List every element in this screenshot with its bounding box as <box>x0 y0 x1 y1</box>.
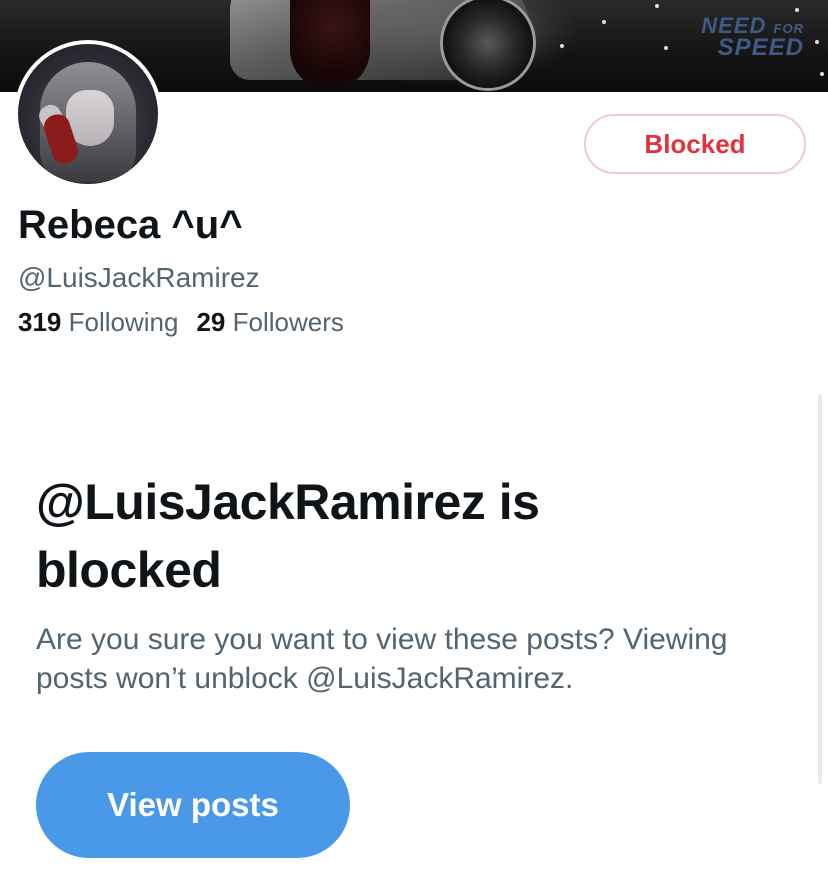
logo-text-speed: SPEED <box>717 33 804 61</box>
following-link[interactable]: 319 Following <box>18 307 178 337</box>
following-label: Following <box>68 307 179 337</box>
banner-wheel-image <box>440 0 536 91</box>
banner-light <box>795 8 799 12</box>
following-count: 319 <box>18 307 62 337</box>
scrollbar[interactable] <box>818 394 822 784</box>
banner-tire-image <box>290 0 370 90</box>
followers-label: Followers <box>232 307 344 337</box>
blocked-notice-description: Are you sure you want to view these post… <box>36 623 728 695</box>
banner-light <box>602 20 606 24</box>
user-handle: @LuisJackRamirez <box>18 262 260 293</box>
blocked-notice-title: @LuisJackRamirez is blocked <box>36 474 540 598</box>
followers-count: 29 <box>196 307 226 337</box>
banner-light <box>560 44 564 48</box>
need-for-speed-logo: NEED FOR SPEED <box>701 15 804 61</box>
blocked-button[interactable]: Blocked <box>584 114 806 174</box>
banner-light <box>655 4 659 8</box>
view-posts-button[interactable]: View posts <box>36 752 350 858</box>
follow-stats: 319 Following 29 Followers <box>18 307 344 338</box>
display-name: Rebeca ^u^ <box>18 203 243 247</box>
banner-light <box>820 72 824 76</box>
banner-light <box>664 46 668 50</box>
followers-link[interactable]: 29 Followers <box>196 307 343 337</box>
banner-light <box>815 40 819 44</box>
profile-avatar[interactable] <box>14 40 162 188</box>
